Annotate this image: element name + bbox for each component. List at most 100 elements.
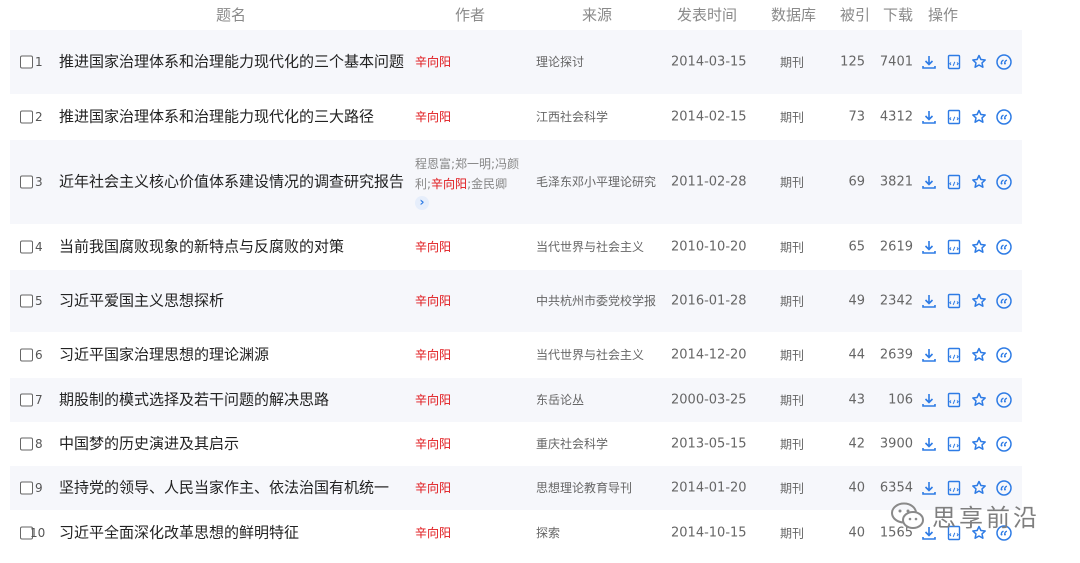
database-type: 期刊: [780, 110, 805, 125]
row-checkbox[interactable]: [20, 294, 33, 308]
author-link[interactable]: 辛向阳: [415, 481, 451, 495]
header-cited[interactable]: 被引: [840, 4, 870, 25]
author-link[interactable]: 辛向阳: [415, 110, 451, 124]
download-icon[interactable]: [920, 53, 938, 71]
article-title-link[interactable]: 近年社会主义核心价值体系建设情况的调查研究报告: [59, 172, 409, 193]
table-row: 1 推进国家治理体系和治理能力现代化的三个基本问题 辛向阳 理论探讨 2014-03-1…: [10, 30, 1022, 94]
source-link[interactable]: 探索: [536, 523, 658, 543]
header-author[interactable]: 作者: [455, 4, 485, 25]
source-link[interactable]: 思想理论教育导刊: [536, 478, 658, 498]
source-link[interactable]: 中共杭州市委党校学报: [536, 291, 658, 311]
row-checkbox[interactable]: [20, 110, 33, 124]
source-link[interactable]: 东岳论丛: [536, 390, 658, 410]
table-row: 2 推进国家治理体系和治理能力现代化的三大路径 辛向阳 江西社会科学 2014-02-1…: [10, 94, 1022, 140]
source-link[interactable]: 重庆社会科学: [536, 434, 658, 454]
author-link[interactable]: 辛向阳: [415, 526, 451, 540]
favorite-star-icon[interactable]: [970, 435, 988, 453]
favorite-star-icon[interactable]: [970, 238, 988, 256]
row-checkbox[interactable]: [20, 348, 33, 362]
header-downloads[interactable]: 下载: [883, 4, 913, 25]
row-checkbox[interactable]: [20, 240, 33, 254]
download-icon[interactable]: [920, 435, 938, 453]
html-reader-icon[interactable]: [945, 435, 963, 453]
favorite-star-icon[interactable]: [970, 479, 988, 497]
table-row: 10 习近平全面深化改革思想的鲜明特征 辛向阳 探索 2014-10-15 期刊 40 156…: [10, 510, 1022, 556]
cited-count: 69: [848, 174, 865, 190]
author-link[interactable]: ;金民卿: [467, 177, 507, 191]
row-checkbox[interactable]: [20, 481, 33, 495]
row-number: 8: [35, 437, 43, 451]
favorite-star-icon[interactable]: [970, 391, 988, 409]
source-link[interactable]: 毛泽东邓小平理论研究: [536, 172, 658, 192]
article-title-link[interactable]: 推进国家治理体系和治理能力现代化的三个基本问题: [59, 52, 409, 73]
quote-icon[interactable]: [995, 53, 1013, 71]
database-type: 期刊: [780, 526, 805, 541]
quote-icon[interactable]: [995, 435, 1013, 453]
author-link[interactable]: 辛向阳: [415, 240, 451, 254]
source-link[interactable]: 当代世界与社会主义: [536, 345, 658, 365]
favorite-star-icon[interactable]: [970, 173, 988, 191]
author-link[interactable]: 辛向阳: [415, 294, 451, 308]
favorite-star-icon[interactable]: [970, 108, 988, 126]
author-link[interactable]: 辛向阳: [415, 348, 451, 362]
row-checkbox[interactable]: [20, 437, 33, 451]
quote-icon[interactable]: [995, 391, 1013, 409]
download-icon[interactable]: [920, 238, 938, 256]
author-link[interactable]: 辛向阳: [431, 177, 467, 191]
article-title-link[interactable]: 中国梦的历史演进及其启示: [59, 434, 409, 455]
header-source[interactable]: 来源: [582, 4, 612, 25]
html-reader-icon[interactable]: [945, 479, 963, 497]
source-link[interactable]: 理论探讨: [536, 52, 658, 72]
download-icon[interactable]: [920, 173, 938, 191]
author-link[interactable]: 辛向阳: [415, 437, 451, 451]
table-row: 8 中国梦的历史演进及其启示 辛向阳 重庆社会科学 2013-05-15 期刊 42 3900: [10, 422, 1022, 466]
database-type: 期刊: [780, 294, 805, 309]
html-reader-icon[interactable]: [945, 292, 963, 310]
table-body: 1 推进国家治理体系和治理能力现代化的三个基本问题 辛向阳 理论探讨 2014-03-1…: [10, 30, 1022, 556]
article-title-link[interactable]: 期股制的模式选择及若干问题的解决思路: [59, 390, 409, 411]
header-date[interactable]: 发表时间: [677, 4, 737, 25]
article-title-link[interactable]: 习近平全面深化改革思想的鲜明特征: [59, 523, 409, 544]
row-checkbox[interactable]: [20, 55, 33, 69]
html-reader-icon[interactable]: [945, 173, 963, 191]
source-link[interactable]: 当代世界与社会主义: [536, 237, 658, 257]
favorite-star-icon[interactable]: [970, 346, 988, 364]
author-link[interactable]: 辛向阳: [415, 393, 451, 407]
quote-icon[interactable]: [995, 238, 1013, 256]
quote-icon[interactable]: [995, 346, 1013, 364]
row-number: 9: [35, 481, 43, 495]
html-reader-icon[interactable]: [945, 108, 963, 126]
authors-cell: 辛向阳: [415, 345, 530, 365]
source-link[interactable]: 江西社会科学: [536, 107, 658, 127]
article-title-link[interactable]: 当前我国腐败现象的新特点与反腐败的对策: [59, 237, 409, 258]
article-title-link[interactable]: 习近平国家治理思想的理论渊源: [59, 345, 409, 366]
row-number: 6: [35, 348, 43, 362]
quote-icon[interactable]: [995, 173, 1013, 191]
article-title-link[interactable]: 坚持党的领导、人民当家作主、依法治国有机统一: [59, 478, 409, 499]
article-title-link[interactable]: 习近平爱国主义思想探析: [59, 291, 409, 312]
html-reader-icon[interactable]: [945, 238, 963, 256]
favorite-star-icon[interactable]: [970, 53, 988, 71]
author-link[interactable]: 辛向阳: [415, 55, 451, 69]
favorite-star-icon[interactable]: [970, 292, 988, 310]
download-icon[interactable]: [920, 346, 938, 364]
download-icon[interactable]: [920, 292, 938, 310]
download-icon[interactable]: [920, 479, 938, 497]
html-reader-icon[interactable]: [945, 53, 963, 71]
expand-authors-button[interactable]: ›: [415, 196, 429, 210]
quote-icon[interactable]: [995, 479, 1013, 497]
database-type: 期刊: [780, 240, 805, 255]
article-title-link[interactable]: 推进国家治理体系和治理能力现代化的三大路径: [59, 107, 409, 128]
row-checkbox[interactable]: [20, 175, 33, 189]
quote-icon[interactable]: [995, 108, 1013, 126]
download-icon[interactable]: [920, 108, 938, 126]
quote-icon[interactable]: [995, 292, 1013, 310]
row-actions: [920, 391, 1020, 409]
download-icon[interactable]: [920, 391, 938, 409]
header-title[interactable]: 题名: [216, 4, 246, 25]
authors-cell: 辛向阳: [415, 107, 530, 127]
row-checkbox[interactable]: [20, 393, 33, 407]
html-reader-icon[interactable]: [945, 391, 963, 409]
html-reader-icon[interactable]: [945, 346, 963, 364]
header-database[interactable]: 数据库: [771, 4, 816, 25]
